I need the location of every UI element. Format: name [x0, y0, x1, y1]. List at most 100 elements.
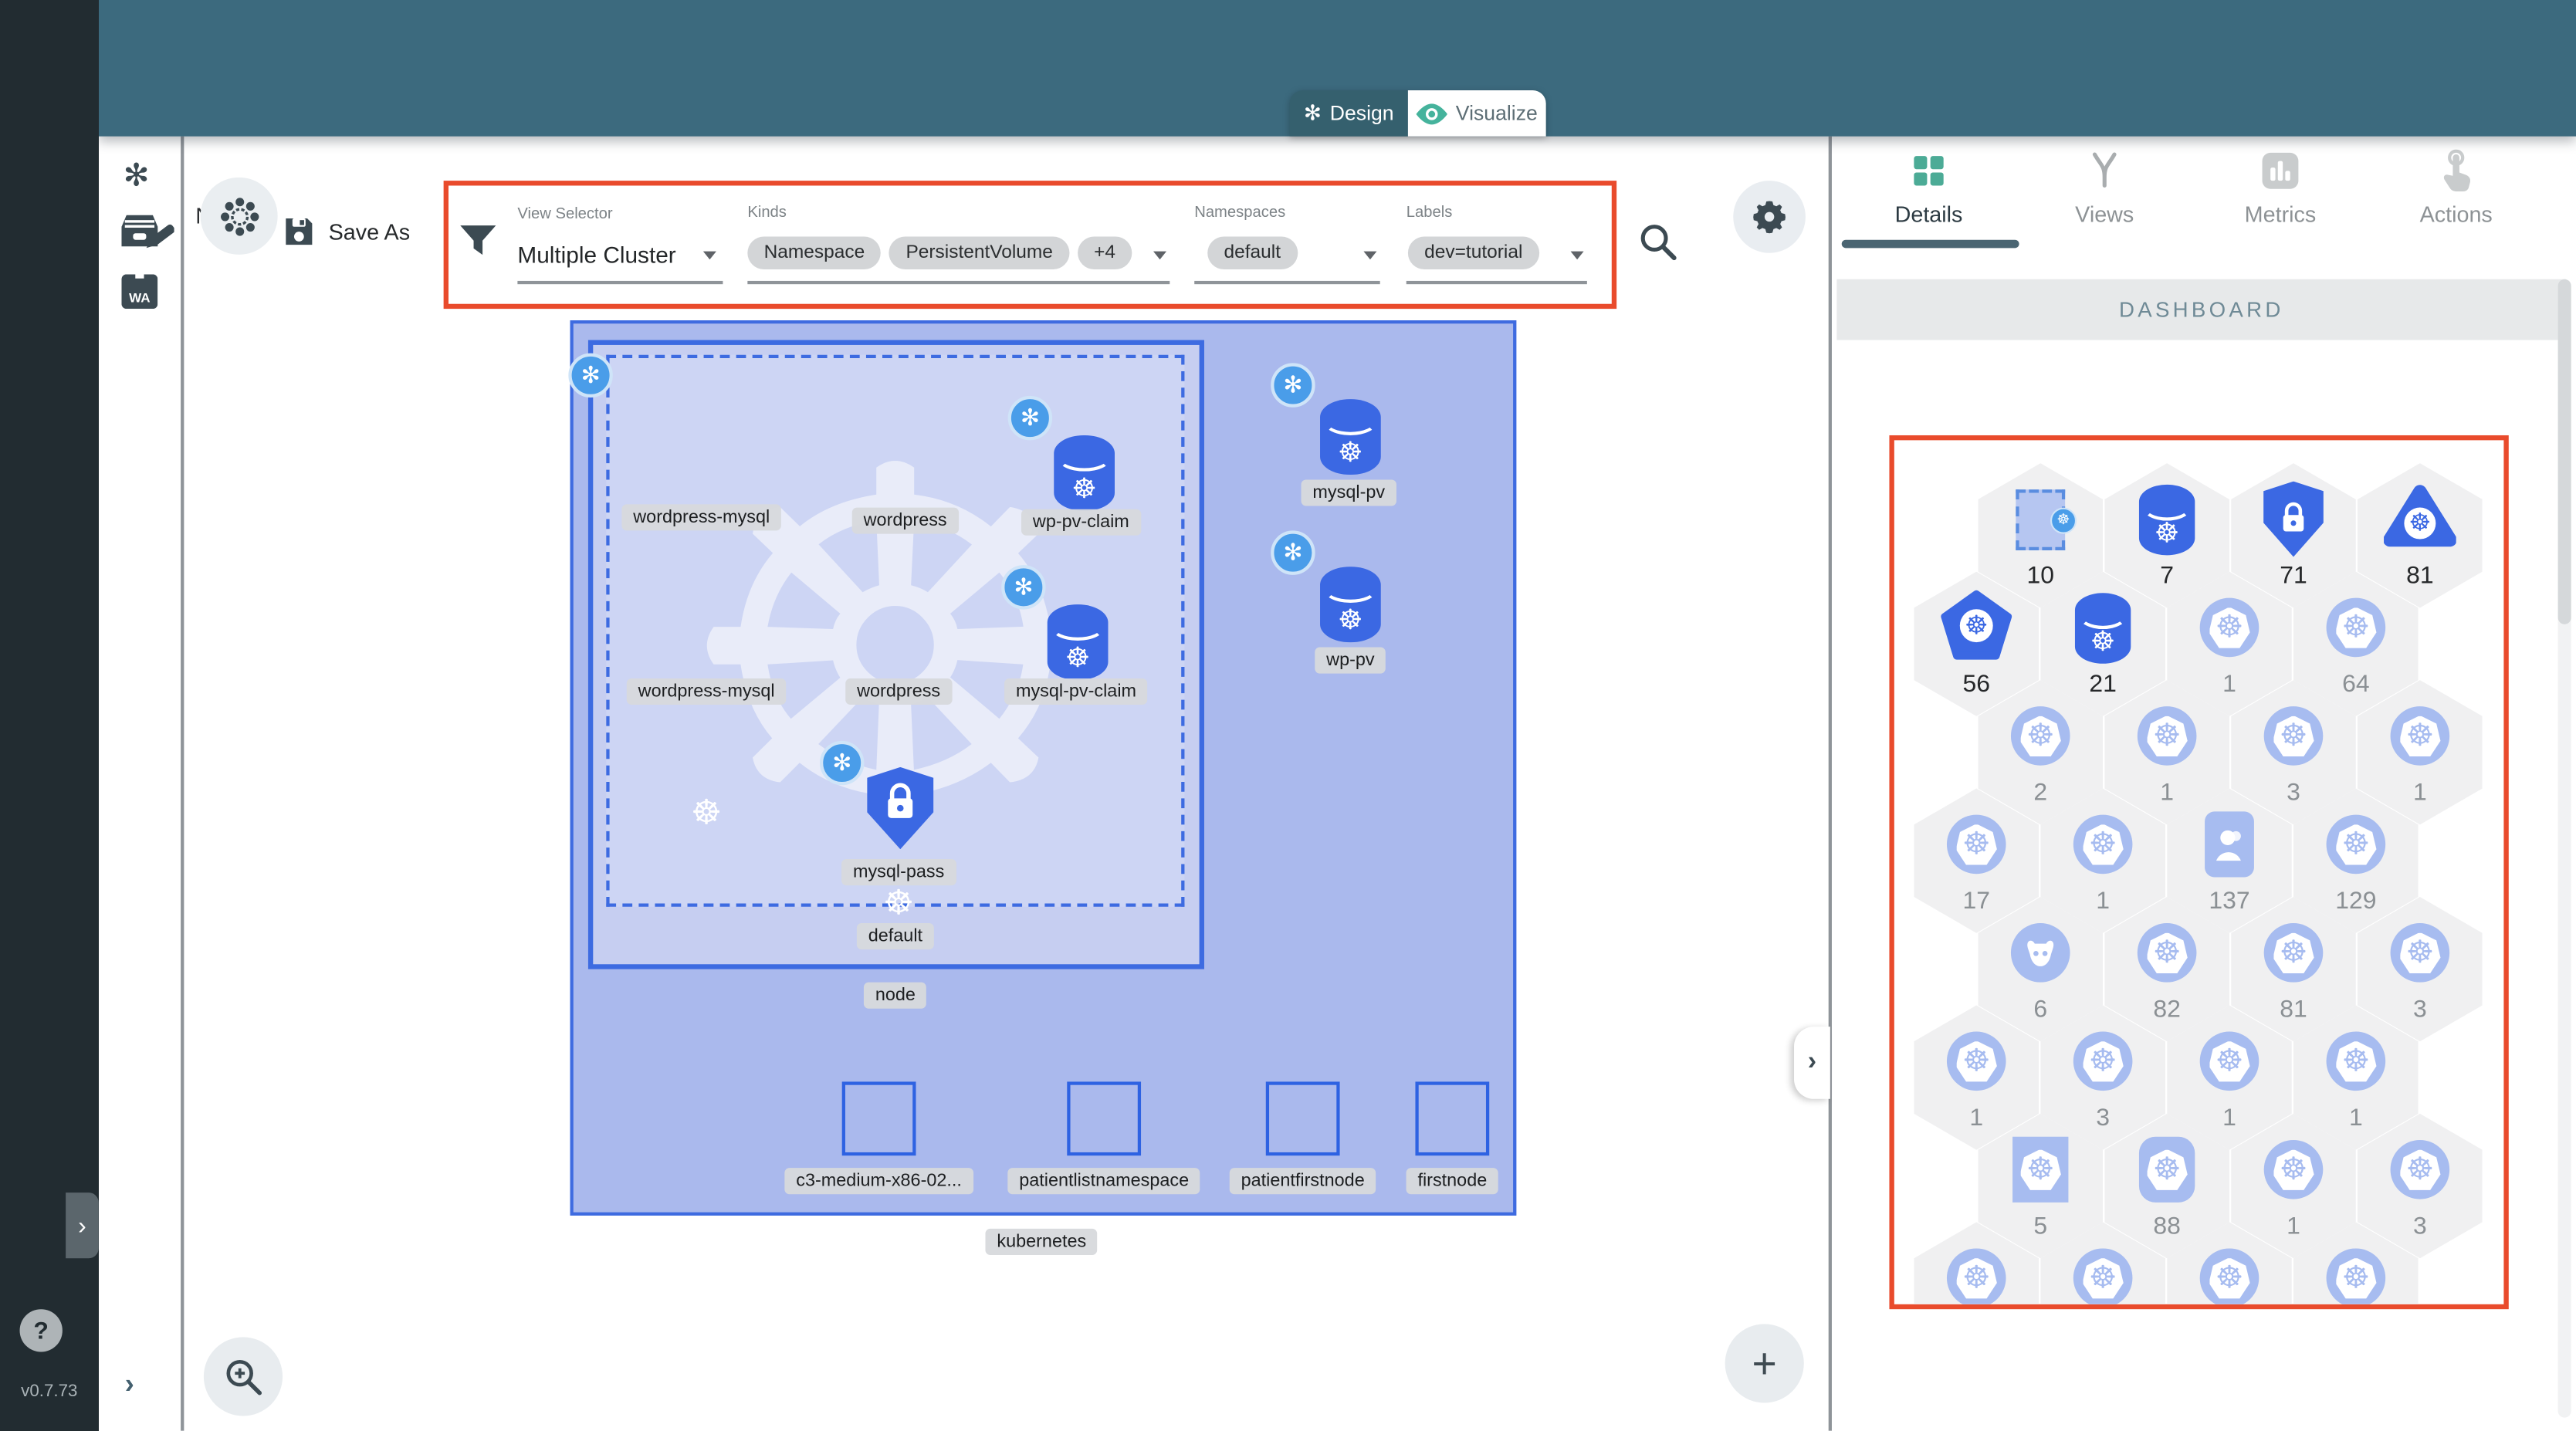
hex-resource-k8s[interactable]: ☸	[1914, 1222, 2039, 1304]
volume-icon: ☸	[1320, 567, 1381, 643]
underline	[517, 280, 723, 284]
namespaces-chip-row: default	[1207, 236, 1298, 270]
design-spiral-icon[interactable]: ✻	[124, 157, 150, 195]
gear-icon	[1753, 201, 1786, 234]
design-icon: ✻	[1303, 100, 1322, 125]
node-label: wordpress-mysql	[626, 678, 787, 705]
pvc-wp-pv-claim-node[interactable]: ☸ ✻	[1007, 395, 1115, 511]
add-button[interactable]: +	[1725, 1324, 1804, 1403]
namespaces-label: Namespaces	[1194, 203, 1286, 222]
k8s-connection-badge: ✻	[1271, 363, 1315, 408]
machine-node-square[interactable]	[841, 1081, 916, 1156]
machine-node-label: firstnode	[1406, 1168, 1499, 1195]
actions-hand-icon	[2443, 149, 2471, 191]
namespace-label: default	[856, 923, 934, 950]
pvc-mysql-pv-claim-node[interactable]: ☸ ✻	[1001, 565, 1109, 681]
search-icon[interactable]	[1637, 220, 1679, 262]
machine-node-label: patientfirstnode	[1229, 1168, 1376, 1195]
eye-icon	[1416, 103, 1448, 124]
tab-actions[interactable]: Actions	[2374, 149, 2538, 227]
k8s-wheel-glyph: ☸	[691, 793, 723, 832]
tab-metrics[interactable]: Metrics	[2199, 150, 2363, 227]
k8s-connection-badge: ✻	[1007, 395, 1053, 441]
app-window: / Name ✻ Design Visualize ☸ 2	[0, 0, 2576, 1431]
mode-toggle: ✻ Design Visualize	[1289, 90, 1546, 137]
labels-label: Labels	[1406, 203, 1453, 222]
panel-scrollbar[interactable]	[2557, 279, 2571, 1418]
view-selector-value[interactable]: Multiple Cluster	[517, 242, 675, 268]
dropdown-arrow-icon[interactable]	[702, 251, 716, 260]
canvas-settings-button[interactable]	[1733, 181, 1806, 253]
hex-resource-k8s[interactable]: ☸	[2040, 1222, 2165, 1304]
kind-chip[interactable]: +4	[1077, 236, 1132, 270]
node-label: mysql-pv-claim	[1004, 678, 1148, 705]
node-label: mysql-pass	[841, 859, 956, 886]
machine-node-square[interactable]	[1415, 1081, 1490, 1156]
metrics-icon	[2262, 152, 2299, 189]
sidebar-expand-button[interactable]: ›	[66, 1192, 99, 1259]
views-icon	[2092, 152, 2117, 188]
flower-cluster-icon	[219, 197, 259, 235]
underline	[1194, 280, 1380, 284]
kinds-chip-row: Namespace PersistentVolume +4	[747, 236, 1132, 270]
machine-node-label: c3-medium-x86-02...	[784, 1168, 973, 1195]
node-container-label: node	[863, 982, 927, 1009]
visualize-tab[interactable]: Visualize	[1407, 90, 1546, 137]
secret-shield-icon	[867, 766, 934, 850]
cluster-action-button[interactable]	[200, 177, 278, 255]
machine-node-label: patientlistnamespace	[1007, 1168, 1201, 1195]
node-label: mysql-pv	[1301, 479, 1397, 506]
chevron-right-icon: ›	[78, 1211, 86, 1240]
kind-chip[interactable]: PersistentVolume	[889, 236, 1070, 270]
machine-node-square[interactable]	[1265, 1081, 1340, 1156]
hex-resource-k8s[interactable]: ☸	[2293, 1222, 2419, 1304]
kind-chip[interactable]: Namespace	[747, 236, 882, 270]
help-button[interactable]: ?	[19, 1309, 63, 1352]
secret-mysql-pass-node[interactable]: ✻	[819, 740, 935, 850]
dropdown-arrow-icon[interactable]	[1570, 251, 1584, 260]
node-label: wordpress	[851, 507, 959, 534]
volume-claim-icon: ☸	[1054, 435, 1115, 511]
save-as-button[interactable]: Save As	[283, 215, 410, 249]
active-tab-underline	[1841, 239, 2019, 249]
edit-pencil-icon[interactable]	[144, 223, 174, 252]
underline	[1406, 280, 1587, 284]
filter-funnel-icon[interactable]	[457, 220, 499, 262]
question-icon: ?	[33, 1316, 49, 1345]
tab-views[interactable]: Views	[2023, 150, 2187, 227]
machine-node-square[interactable]	[1067, 1081, 1142, 1156]
dropdown-arrow-icon[interactable]	[1363, 251, 1377, 260]
k8s-wheel-glyph: ☸	[883, 885, 915, 922]
cluster-label: kubernetes	[985, 1228, 1098, 1255]
node-label: wordpress-mysql	[621, 504, 782, 531]
service-wordpress-mysql-node[interactable]: ☸ ✻	[0, 778, 1995, 865]
pv-wp-pv-node[interactable]: ☸ ✻	[1271, 530, 1381, 643]
k8s-connection-badge: ✻	[568, 353, 613, 398]
view-selector-label: View Selector	[517, 205, 613, 224]
pv-mysql-pv-node[interactable]: ☸ ✻	[1271, 363, 1381, 475]
k8s-connection-badge: ✻	[819, 740, 865, 786]
k8s-connection-badge: ✻	[1001, 565, 1046, 610]
node-label: wordpress	[845, 678, 953, 705]
service-wordpress-node[interactable]: ☸ ✻	[0, 868, 2187, 956]
app-version: v0.7.73	[21, 1381, 78, 1402]
zoom-in-button[interactable]	[203, 1337, 283, 1416]
design-tab[interactable]: ✻ Design	[1289, 90, 1408, 137]
kinds-label: Kinds	[747, 203, 787, 222]
wasm-filter-icon[interactable]: WA	[121, 274, 158, 310]
volume-claim-icon: ☸	[1047, 604, 1109, 681]
labels-chip-row: dev=tutorial	[1407, 236, 1539, 270]
canvas-expand-chevron[interactable]: ›	[1794, 1027, 1830, 1099]
save-floppy-icon	[286, 218, 313, 245]
tab-details[interactable]: Details	[1847, 150, 2011, 227]
k8s-connection-badge: ✻	[1271, 530, 1315, 575]
dropdown-arrow-icon[interactable]	[1153, 251, 1167, 260]
deployment-wordpress-mysql-node[interactable]: ✻	[0, 414, 1989, 508]
node-label: wp-pv	[1315, 647, 1386, 674]
label-chip[interactable]: dev=tutorial	[1407, 236, 1539, 270]
hex-resource-k8s[interactable]: ☸	[2167, 1222, 2292, 1304]
zoom-in-icon	[226, 1359, 262, 1395]
namespace-chip[interactable]: default	[1207, 236, 1298, 270]
panel-expand-chevron[interactable]: ›	[125, 1368, 134, 1402]
underline	[747, 280, 1170, 284]
